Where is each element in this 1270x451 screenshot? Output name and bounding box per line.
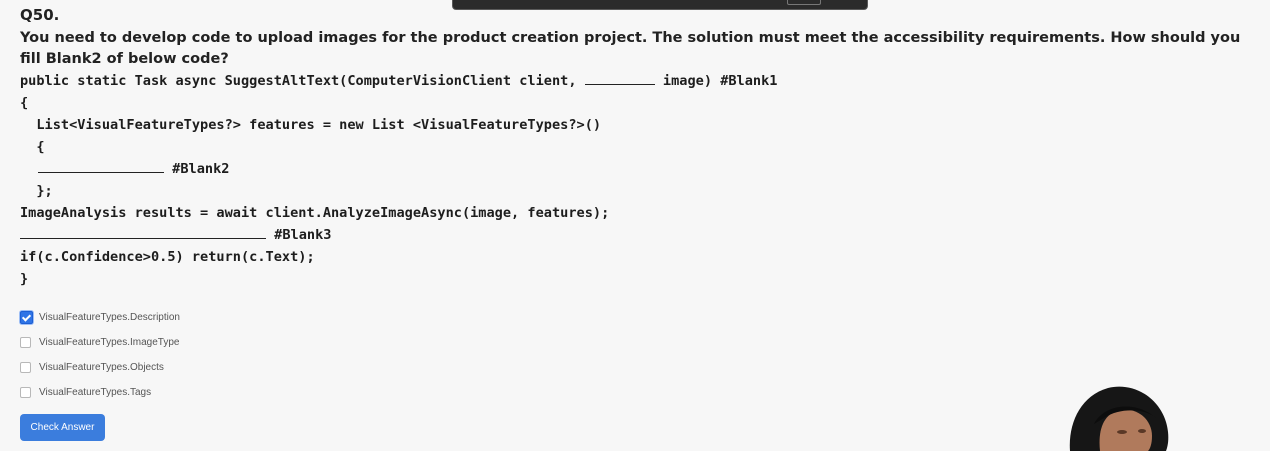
blank3-label: #Blank3: [266, 227, 332, 243]
code-line-1: public static Task async SuggestAltText(…: [20, 72, 777, 90]
code-line-9: if(c.Confidence>0.5) return(c.Text);: [20, 249, 315, 265]
code-line-1-end: image) #Blank1: [654, 73, 778, 89]
presenter-webcam: [1060, 384, 1170, 451]
code-line-8: #Blank3: [20, 226, 331, 244]
blank1-line: [584, 72, 655, 85]
window-top-strip: [452, 0, 868, 10]
option-label: VisualFeatureTypes.Objects: [39, 362, 164, 373]
strip-handle[interactable]: [787, 0, 821, 5]
option-label: VisualFeatureTypes.Description: [39, 312, 180, 323]
checkbox-description[interactable]: [20, 311, 33, 324]
code-line-1-start: public static Task async SuggestAltText(…: [20, 73, 585, 89]
question-text: You need to develop code to upload image…: [20, 30, 1241, 67]
checkbox-imagetype[interactable]: [20, 337, 31, 348]
blank2-line: [38, 160, 164, 173]
question-number: Q50.: [20, 6, 60, 24]
checkbox-objects[interactable]: [20, 362, 31, 373]
checkbox-tags[interactable]: [20, 387, 31, 398]
code-line-6: };: [20, 183, 53, 199]
code-line-2: {: [20, 95, 29, 111]
blank2-label: #Blank2: [164, 161, 230, 177]
check-answer-button[interactable]: Check Answer: [20, 414, 105, 441]
option-description[interactable]: VisualFeatureTypes.Description: [20, 305, 180, 330]
option-tags[interactable]: VisualFeatureTypes.Tags: [20, 380, 180, 405]
code-line-10: }: [20, 271, 29, 287]
option-label: VisualFeatureTypes.Tags: [39, 387, 152, 398]
code-line-7: ImageAnalysis results = await client.Ana…: [20, 205, 610, 221]
option-objects[interactable]: VisualFeatureTypes.Objects: [20, 355, 180, 380]
code-line-3: List<VisualFeatureTypes?> features = new…: [20, 117, 602, 133]
blank3-line: [20, 226, 266, 239]
option-label: VisualFeatureTypes.ImageType: [39, 337, 180, 348]
code-line-5: #Blank2: [20, 160, 229, 178]
answer-options: VisualFeatureTypes.Description VisualFea…: [20, 305, 180, 405]
code-line-4: {: [20, 139, 45, 155]
option-imagetype[interactable]: VisualFeatureTypes.ImageType: [20, 330, 180, 355]
